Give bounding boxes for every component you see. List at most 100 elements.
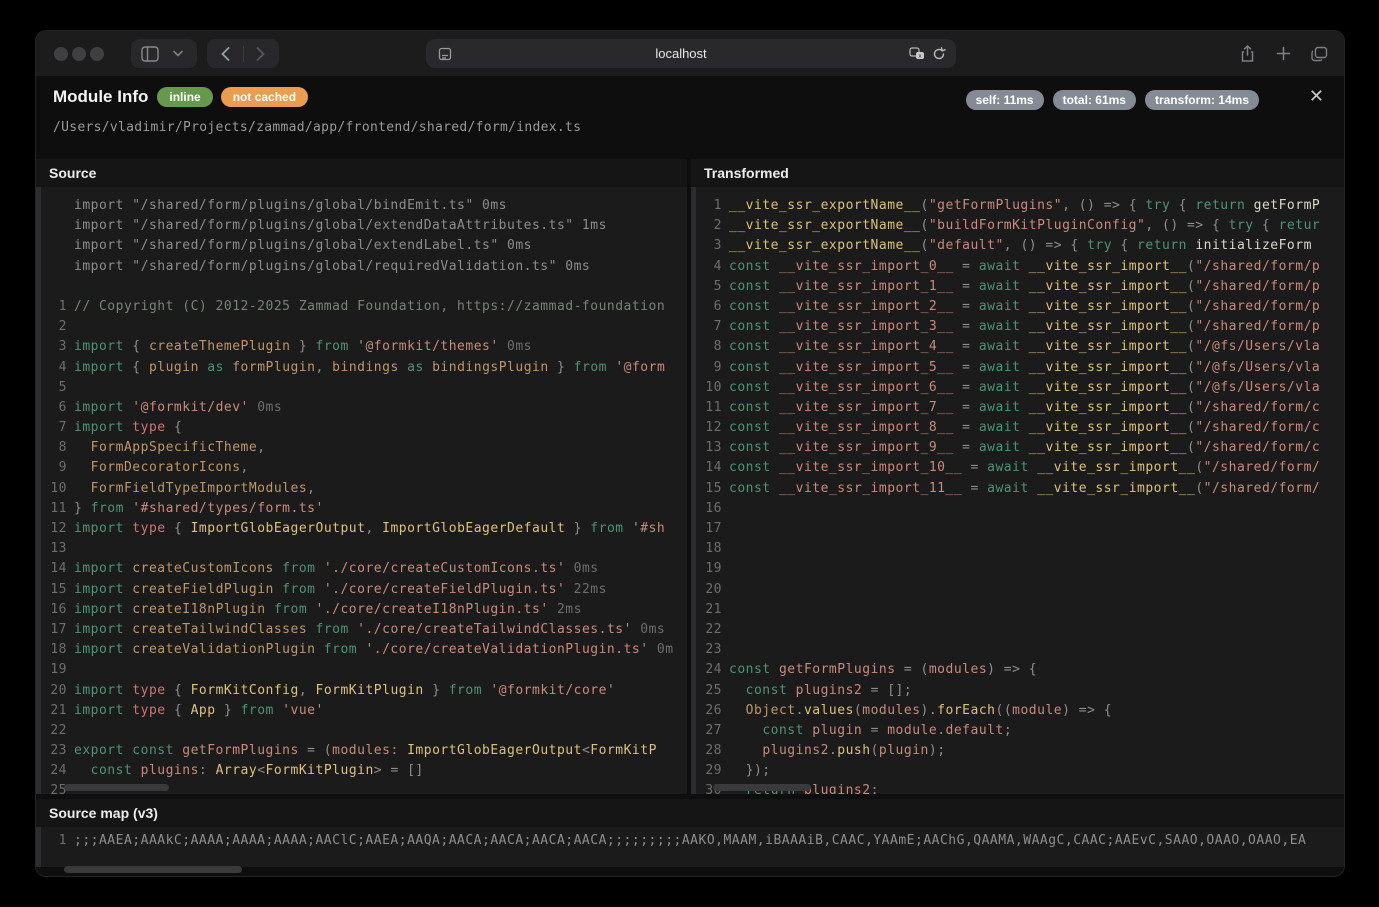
tabs-overview-icon[interactable] — [1308, 43, 1330, 65]
line-number: 20 — [698, 580, 722, 600]
close-icon[interactable]: ✕ — [1309, 86, 1324, 107]
code-line: 11} from '#shared/types/form.ts' — [43, 499, 687, 519]
code-panes: Source import "/shared/form/plugins/glob… — [36, 159, 1344, 794]
line-number: 9 — [698, 358, 722, 378]
line-number: 24 — [698, 660, 722, 680]
code-line: 10 FormFieldTypeImportModules, — [43, 479, 687, 499]
back-icon[interactable] — [215, 43, 237, 65]
code-line: import "/shared/form/plugins/global/bind… — [43, 196, 687, 216]
line-number: 11 — [43, 499, 67, 519]
line-number: 23 — [698, 640, 722, 660]
code-line: 24 const plugins: Array<FormKitPlugin> =… — [43, 761, 687, 781]
line-number: 1 — [698, 196, 722, 216]
code-line: 13 — [43, 539, 687, 559]
code-line: 5 — [43, 378, 687, 398]
reload-icon[interactable] — [928, 43, 950, 65]
line-number: 1 — [43, 831, 67, 851]
line-number: 21 — [698, 600, 722, 620]
line-number: 15 — [698, 479, 722, 499]
code-line: 3__vite_ssr_exportName__("default", () =… — [698, 236, 1344, 256]
sidebar-toggle-group — [131, 39, 197, 68]
line-number: 8 — [698, 337, 722, 357]
code-line: 10const __vite_ssr_import_6__ = await __… — [698, 378, 1344, 398]
code-line: 26 Object.values(modules).forEach((modul… — [698, 701, 1344, 721]
translate-icon[interactable]: x — [906, 43, 928, 65]
line-number: 12 — [43, 519, 67, 539]
line-number: 28 — [698, 741, 722, 761]
new-tab-icon[interactable] — [1272, 43, 1294, 65]
code-line: 25 const plugins2 = []; — [698, 681, 1344, 701]
code-line: 14const __vite_ssr_import_10__ = await _… — [698, 458, 1344, 478]
code-line: 19 — [698, 559, 1344, 579]
zoom-window-button[interactable] — [90, 47, 104, 61]
transformed-horizontal-scrollbar[interactable] — [713, 784, 811, 791]
line-number: 29 — [698, 761, 722, 781]
minimize-window-button[interactable] — [72, 47, 86, 61]
sourcemap-horizontal-scrollbar[interactable] — [64, 866, 242, 873]
line-number: 4 — [43, 358, 67, 378]
line-number: 19 — [698, 559, 722, 579]
code-line: 2 — [43, 317, 687, 337]
code-line: 20import type { FormKitConfig, FormKitPl… — [43, 681, 687, 701]
line-number: 25 — [698, 681, 722, 701]
code-line: 8 FormAppSpecificTheme, — [43, 438, 687, 458]
code-line: 20 — [698, 580, 1344, 600]
chevron-down-icon[interactable] — [167, 43, 189, 65]
line-number: 17 — [43, 620, 67, 640]
nav-divider — [243, 46, 244, 62]
forward-icon[interactable] — [250, 43, 272, 65]
line-number: 3 — [698, 236, 722, 256]
page-settings-icon[interactable] — [434, 43, 456, 65]
line-number: 2 — [698, 216, 722, 236]
line-number: 20 — [43, 681, 67, 701]
source-horizontal-scrollbar[interactable] — [64, 784, 169, 791]
line-number — [43, 257, 67, 277]
line-number: 1 — [43, 297, 67, 317]
line-number: 27 — [698, 721, 722, 741]
line-number: 9 — [43, 458, 67, 478]
timing-badge: transform: 14ms — [1145, 90, 1259, 110]
code-line: 27 const plugin = module.default; — [698, 721, 1344, 741]
code-line: 5const __vite_ssr_import_1__ = await __v… — [698, 277, 1344, 297]
code-line: 21import type { App } from 'vue' — [43, 701, 687, 721]
code-line: 7const __vite_ssr_import_3__ = await __v… — [698, 317, 1344, 337]
sourcemap-pane: Source map (v3) 1;;;AAEA;AAAkC;AAAA;AAAA… — [36, 799, 1344, 867]
url-text: localhost — [456, 46, 906, 61]
address-bar[interactable]: localhost x — [426, 39, 956, 68]
line-number: 10 — [43, 479, 67, 499]
source-code-area[interactable]: import "/shared/form/plugins/global/bind… — [36, 187, 687, 794]
line-number: 2 — [43, 317, 67, 337]
share-icon[interactable] — [1236, 43, 1258, 65]
code-line: 18import createValidationPlugin from './… — [43, 640, 687, 660]
code-line: 17import createTailwindClasses from './c… — [43, 620, 687, 640]
module-file-path: /Users/vladimir/Projects/zammad/app/fron… — [53, 120, 581, 135]
line-number: 26 — [698, 701, 722, 721]
code-line: 9 FormDecoratorIcons, — [43, 458, 687, 478]
line-number: 23 — [43, 741, 67, 761]
status-badge: inline — [157, 87, 212, 107]
transformed-code-area[interactable]: 1__vite_ssr_exportName__("getFormPlugins… — [691, 187, 1344, 794]
code-line: 15import createFieldPlugin from './core/… — [43, 580, 687, 600]
code-line: 22 — [43, 721, 687, 741]
code-line: 3import { createThemePlugin } from '@for… — [43, 337, 687, 357]
line-number: 14 — [698, 458, 722, 478]
source-pane-title: Source — [49, 165, 96, 181]
line-number: 3 — [43, 337, 67, 357]
code-line: 23 — [698, 640, 1344, 660]
line-number: 6 — [43, 398, 67, 418]
close-window-button[interactable] — [54, 47, 68, 61]
line-number: 5 — [698, 277, 722, 297]
code-line: 1// Copyright (C) 2012-2025 Zammad Found… — [43, 297, 687, 317]
module-info-header: Module Info inlinenot cached self: 11mst… — [36, 76, 1344, 159]
line-number: 24 — [43, 761, 67, 781]
line-number: 19 — [43, 660, 67, 680]
line-number: 13 — [43, 539, 67, 559]
source-pane: Source import "/shared/form/plugins/glob… — [36, 159, 687, 794]
code-line: 1__vite_ssr_exportName__("getFormPlugins… — [698, 196, 1344, 216]
module-badges: inlinenot cached — [157, 87, 308, 107]
code-line: 18 — [698, 539, 1344, 559]
code-line: 6const __vite_ssr_import_2__ = await __v… — [698, 297, 1344, 317]
code-line — [43, 277, 687, 297]
sourcemap-code-area[interactable]: 1;;;AAEA;AAAkC;AAAA;AAAA;AAAA;AAClC;AAEA… — [36, 827, 1344, 867]
sidebar-icon[interactable] — [139, 43, 161, 65]
